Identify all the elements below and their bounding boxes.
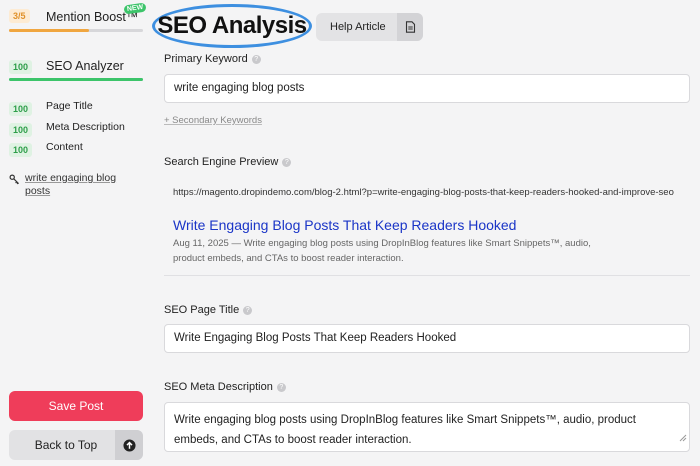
main-panel: SEO Analysis Help Article Primary Keywor…	[152, 0, 700, 466]
secondary-keywords-link[interactable]: + Secondary Keywords	[164, 115, 262, 126]
primary-keyword-label: Primary Keyword?	[164, 53, 261, 65]
mention-boost-item[interactable]: 3/5 Mention Boost™ NEW	[9, 2, 147, 28]
search-preview-label: Search Engine Preview?	[164, 156, 292, 168]
seo-page-title-label-text: SEO Page Title	[164, 304, 240, 316]
seo-page-title-input[interactable]: Write Engaging Blog Posts That Keep Read…	[164, 324, 690, 353]
meta-description-score: 100	[9, 123, 33, 137]
search-engine-preview: https://magento.dropindemo.com/blog-2.ht…	[164, 178, 690, 276]
arrow-up-circle-icon	[115, 430, 143, 460]
preview-description: Aug 11, 2025 — Write engaging blog posts…	[173, 238, 591, 264]
keyword-link[interactable]: write engaging blog posts	[9, 172, 144, 198]
seo-analyzer-item[interactable]: 100 SEO Analyzer	[9, 57, 143, 75]
seo-analyzer-label: SEO Analyzer	[46, 59, 124, 73]
new-badge: NEW	[123, 2, 147, 15]
question-icon: ?	[282, 158, 292, 167]
mention-boost-progress	[9, 29, 143, 32]
seo-analyzer-score: 100	[9, 60, 33, 74]
seo-meta-description-text: Write engaging blog posts using DropInBl…	[174, 414, 636, 446]
save-post-button[interactable]: Save Post	[9, 391, 143, 421]
seo-meta-description-label-text: SEO Meta Description	[164, 381, 273, 393]
question-icon: ?	[276, 383, 286, 392]
content-label: Content	[46, 141, 83, 153]
sidebar-item-meta-description[interactable]: 100 Meta Description	[9, 120, 143, 137]
back-to-top-button[interactable]: Back to Top	[9, 430, 143, 460]
resize-handle-icon[interactable]	[679, 429, 687, 449]
seo-meta-description-input[interactable]: Write engaging blog posts using DropInBl…	[164, 402, 690, 452]
page-title: SEO Analysis	[157, 12, 307, 39]
question-icon: ?	[243, 306, 253, 315]
primary-keyword-input[interactable]: write engaging blog posts	[164, 74, 690, 103]
primary-keyword-label-text: Primary Keyword	[164, 53, 248, 65]
sidebar-item-content[interactable]: 100 Content	[9, 140, 143, 157]
content-score: 100	[9, 143, 33, 157]
seo-analyzer-progress	[9, 78, 143, 81]
document-icon	[397, 13, 423, 41]
keyword-text: write engaging blog posts	[25, 172, 117, 197]
back-to-top-label: Back to Top	[34, 438, 98, 452]
key-icon	[9, 174, 20, 188]
help-article-button[interactable]: Help Article	[316, 13, 423, 41]
question-icon: ?	[251, 55, 261, 64]
page-title-score: 100	[9, 102, 33, 116]
page-title-label: Page Title	[46, 100, 93, 112]
mention-boost-score: 3/5	[9, 9, 30, 23]
meta-description-label: Meta Description	[46, 121, 125, 133]
seo-meta-description-label: SEO Meta Description?	[164, 381, 286, 393]
preview-url: https://magento.dropindemo.com/blog-2.ht…	[173, 187, 674, 198]
help-article-label: Help Article	[330, 21, 386, 33]
preview-title: Write Engaging Blog Posts That Keep Read…	[173, 217, 517, 233]
seo-page-title-label: SEO Page Title?	[164, 304, 253, 316]
sidebar-item-page-title[interactable]: 100 Page Title	[9, 99, 143, 116]
search-preview-label-text: Search Engine Preview	[164, 156, 279, 168]
sidebar: 3/5 Mention Boost™ NEW 100 SEO Analyzer …	[0, 0, 152, 466]
highlight-ring: SEO Analysis	[152, 4, 312, 48]
